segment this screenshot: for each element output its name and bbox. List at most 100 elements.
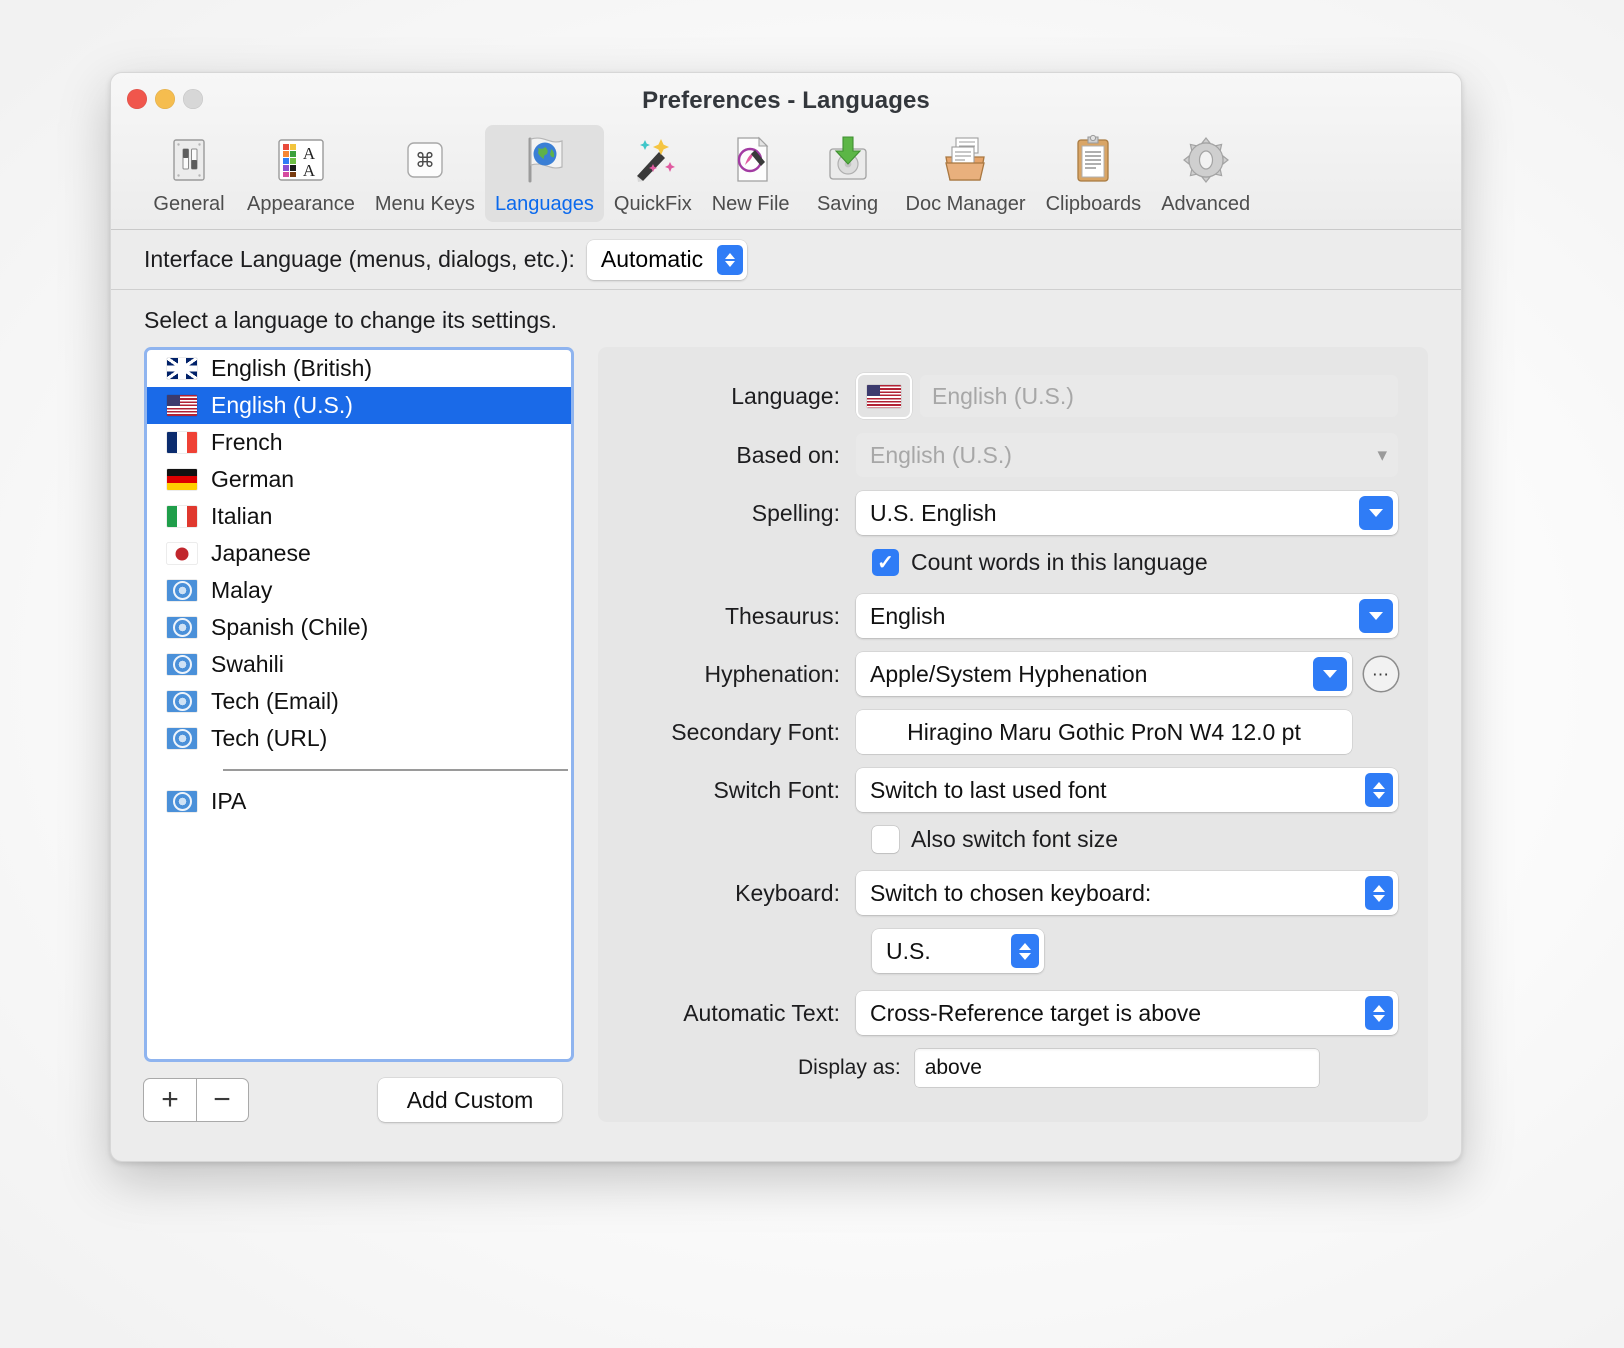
also-switch-size-label: Also switch font size bbox=[911, 826, 1119, 852]
tab-saving-label: Saving bbox=[816, 193, 879, 215]
list-item-label: English (U.S.) bbox=[211, 392, 353, 418]
tab-clipboards-label: Clipboards bbox=[1045, 193, 1142, 215]
switch-font-popup[interactable]: Switch to last used font bbox=[856, 768, 1398, 812]
list-item[interactable]: Malay bbox=[147, 572, 571, 609]
interface-language-label: Interface Language (menus, dialogs, etc.… bbox=[144, 246, 575, 272]
list-item-label: Tech (URL) bbox=[211, 725, 328, 751]
list-item-label: English (British) bbox=[211, 355, 373, 381]
spelling-popup[interactable]: U.S. English bbox=[856, 491, 1398, 535]
count-words-checkbox[interactable]: ✓ bbox=[872, 549, 899, 576]
add-language-button[interactable]: + bbox=[144, 1079, 196, 1121]
list-item-label: Japanese bbox=[211, 540, 311, 566]
keyboard-popup[interactable]: Switch to chosen keyboard: bbox=[856, 871, 1398, 915]
chevron-down-icon: ▾ bbox=[1377, 444, 1387, 466]
chevron-down-icon[interactable] bbox=[1313, 657, 1347, 691]
tab-general[interactable]: General bbox=[141, 125, 237, 222]
list-item-label: French bbox=[211, 429, 283, 455]
hyphenation-popup[interactable]: Apple/System Hyphenation bbox=[856, 652, 1352, 696]
pane-hint: Select a language to change its settings… bbox=[144, 307, 558, 333]
automatic-text-value: Cross-Reference target is above bbox=[870, 999, 1202, 1026]
tab-advanced[interactable]: Advanced bbox=[1151, 125, 1260, 222]
language-list-column: English (British) English (U.S.) French … bbox=[144, 347, 574, 1122]
switches-icon bbox=[163, 131, 215, 189]
keyboard-value: Switch to chosen keyboard: bbox=[870, 879, 1152, 906]
add-remove-segmented[interactable]: + − bbox=[144, 1079, 248, 1121]
list-item[interactable]: IPA bbox=[147, 783, 571, 820]
language-list[interactable]: English (British) English (U.S.) French … bbox=[144, 347, 574, 1062]
flag-un-icon bbox=[167, 654, 197, 675]
also-switch-size-row[interactable]: Also switch font size bbox=[872, 826, 1398, 853]
list-item[interactable]: Tech (Email) bbox=[147, 683, 571, 720]
display-as-input[interactable]: above bbox=[914, 1049, 1319, 1087]
list-item[interactable]: Tech (URL) bbox=[147, 720, 571, 757]
flag-us-icon bbox=[867, 384, 901, 408]
list-item[interactable]: German bbox=[147, 461, 571, 498]
language-row: Language: English (U.S.) bbox=[598, 373, 1398, 419]
tab-appearance-label: Appearance bbox=[247, 193, 355, 215]
list-separator bbox=[147, 757, 571, 783]
remove-language-button[interactable]: − bbox=[196, 1079, 248, 1121]
automatic-text-label: Automatic Text: bbox=[683, 999, 840, 1026]
interface-language-popup[interactable]: Automatic bbox=[586, 239, 748, 280]
keyboard-layout-value: U.S. bbox=[886, 937, 931, 964]
chevron-up-down-icon[interactable] bbox=[717, 244, 744, 275]
gear-icon bbox=[1179, 131, 1233, 189]
tab-menu-keys[interactable]: ⌘ Menu Keys bbox=[365, 125, 485, 222]
list-item[interactable]: French bbox=[147, 424, 571, 461]
flag-un-icon bbox=[167, 691, 197, 712]
preferences-window: Preferences - Languages General A A Appe… bbox=[110, 72, 1462, 1162]
automatic-text-row: Automatic Text: Cross-Reference target i… bbox=[598, 991, 1398, 1035]
chevron-down-icon[interactable] bbox=[1359, 599, 1393, 633]
list-item[interactable]: English (British) bbox=[147, 350, 571, 387]
interface-language-row: Interface Language (menus, dialogs, etc.… bbox=[111, 230, 1461, 290]
tab-advanced-label: Advanced bbox=[1161, 193, 1251, 215]
list-item[interactable]: Italian bbox=[147, 498, 571, 535]
language-value-field: English (U.S.) bbox=[920, 375, 1398, 417]
tab-languages[interactable]: Languages bbox=[484, 125, 604, 222]
count-words-row[interactable]: ✓ Count words in this language bbox=[872, 549, 1398, 576]
list-item[interactable]: Spanish (Chile) bbox=[147, 609, 571, 646]
list-item[interactable]: Japanese bbox=[147, 535, 571, 572]
chevron-up-down-icon[interactable] bbox=[1365, 996, 1393, 1030]
tab-new-file[interactable]: New File bbox=[702, 125, 800, 222]
automatic-text-popup[interactable]: Cross-Reference target is above bbox=[856, 991, 1398, 1035]
tab-appearance[interactable]: A A Appearance bbox=[237, 125, 365, 222]
tab-doc-manager[interactable]: Doc Manager bbox=[896, 125, 1036, 222]
languages-pane: Select a language to change its settings… bbox=[111, 307, 1461, 1122]
flag-de-icon bbox=[167, 469, 197, 490]
flag-un-icon bbox=[167, 728, 197, 749]
flag-un-icon bbox=[167, 617, 197, 638]
flag-fr-icon bbox=[167, 432, 197, 453]
thesaurus-value: English bbox=[870, 602, 946, 629]
list-item-label: Swahili bbox=[211, 651, 284, 677]
display-as-row: Display as: above bbox=[598, 1049, 1398, 1087]
tab-clipboards[interactable]: Clipboards bbox=[1036, 125, 1152, 222]
add-custom-button[interactable]: Add Custom bbox=[378, 1078, 562, 1122]
also-switch-size-checkbox[interactable] bbox=[872, 826, 899, 853]
keyboard-layout-popup[interactable]: U.S. bbox=[872, 929, 1044, 973]
language-detail-panel: Language: English (U.S.) Based on: Engli… bbox=[598, 347, 1428, 1122]
list-item-label: Italian bbox=[211, 503, 273, 529]
list-item[interactable]: English (U.S.) bbox=[147, 387, 571, 424]
thesaurus-row: Thesaurus: English bbox=[598, 594, 1398, 638]
display-as-label: Display as: bbox=[798, 1056, 901, 1079]
tab-quickfix[interactable]: QuickFix bbox=[604, 125, 702, 222]
svg-text:⌘: ⌘ bbox=[415, 148, 435, 172]
tab-saving[interactable]: Saving bbox=[800, 125, 896, 222]
flag-un-icon bbox=[167, 791, 197, 812]
list-item-label: IPA bbox=[211, 788, 247, 814]
list-item[interactable]: Swahili bbox=[147, 646, 571, 683]
chevron-down-icon[interactable] bbox=[1359, 496, 1393, 530]
new-document-icon bbox=[725, 131, 777, 189]
interface-language-value: Automatic bbox=[600, 246, 704, 272]
hyphenation-more-button[interactable]: ⋯ bbox=[1364, 657, 1398, 691]
window-titlebar: Preferences - Languages General A A Appe… bbox=[111, 73, 1461, 230]
thesaurus-popup[interactable]: English bbox=[856, 594, 1398, 638]
language-flag-button[interactable] bbox=[856, 373, 912, 419]
chevron-up-down-icon[interactable] bbox=[1365, 876, 1393, 910]
keyboard-row: Keyboard: Switch to chosen keyboard: bbox=[598, 871, 1398, 915]
chevron-up-down-icon[interactable] bbox=[1365, 773, 1393, 807]
flag-un-icon bbox=[167, 580, 197, 601]
secondary-font-field[interactable]: Hiragino Maru Gothic ProN W4 12.0 pt bbox=[856, 710, 1352, 754]
chevron-up-down-icon[interactable] bbox=[1011, 934, 1039, 968]
